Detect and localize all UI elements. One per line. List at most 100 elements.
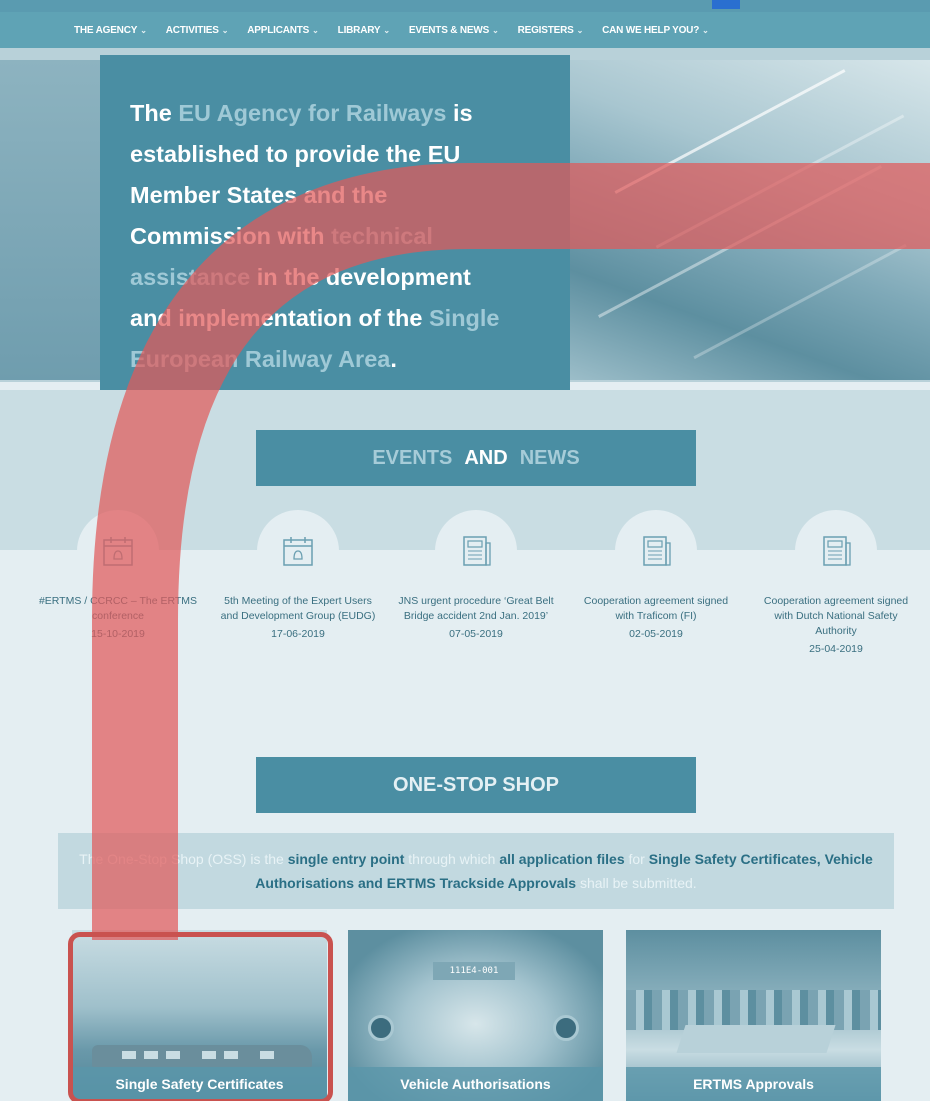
hero-line: European Railway Area. <box>130 339 542 380</box>
desc-text: shall be submitted. <box>576 875 697 891</box>
hero-mission-text: The EU Agency for Railways is established… <box>130 93 542 380</box>
hero-text-segment: and implementation of the <box>130 305 429 331</box>
hero-highlight-text: European Railway Area <box>130 346 391 372</box>
chevron-down-icon: ⌄ <box>221 25 229 35</box>
heading-word: NEWS <box>519 446 580 469</box>
hero-text-segment: established to provide the EU <box>130 141 461 167</box>
hero-text-segment: The <box>130 100 179 126</box>
oss-cards: Single Safety Certificates 111E4-001 Veh… <box>0 930 930 1101</box>
newspaper-icon <box>463 536 491 566</box>
hero-line: established to provide the EU <box>130 134 542 175</box>
balise-image <box>676 1025 836 1053</box>
event-title: JNS urgent procedure ‘Great Belt Bridge … <box>398 595 554 622</box>
oss-description-text: The One-Stop Shop (OSS) is the single en… <box>78 847 874 895</box>
hero-line: Commission with technical <box>130 216 542 257</box>
event-icon-circle <box>77 510 159 592</box>
calendar-icon <box>103 537 133 566</box>
nav-item-applicants[interactable]: APPLICANTS ⌄ <box>247 24 319 36</box>
desc-emphasis: single entry point <box>287 851 405 867</box>
card-label: ERTMS Approvals <box>626 1067 881 1101</box>
events-news-heading: EVENTS AND NEWS <box>256 430 696 486</box>
event-item[interactable]: Cooperation agreement signed with Trafic… <box>576 510 736 642</box>
nav-item-help[interactable]: CAN WE HELP YOU? ⌄ <box>602 25 709 36</box>
nav-item-library[interactable]: LIBRARY ⌄ <box>338 25 390 36</box>
newspaper-icon <box>643 536 671 566</box>
nav-label: EVENTS & NEWS <box>408 24 490 36</box>
heading-text: ONE-STOP SHOP <box>393 773 559 796</box>
chevron-down-icon: ⌄ <box>576 25 584 35</box>
event-title: #ERTMS / CCRCC – The ERTMS conference <box>38 595 198 622</box>
event-title: Cooperation agreement signed with Dutch … <box>763 595 909 637</box>
top-accent <box>712 0 740 9</box>
locomotive-plate: 111E4-001 <box>433 962 515 980</box>
nav-item-registers[interactable]: REGISTERS ⌄ <box>518 25 584 36</box>
event-icon-circle <box>435 510 517 592</box>
heading-word: AND <box>464 446 508 469</box>
nav-label: THE AGENCY <box>74 24 138 36</box>
hero-text-segment: Member States and the <box>130 182 388 208</box>
nav-item-activities[interactable]: ACTIVITIES ⌄ <box>166 25 229 36</box>
hero-left-image <box>0 60 100 380</box>
nav-label: ACTIVITIES <box>165 24 219 36</box>
nav-item-the-agency[interactable]: THE AGENCY ⌄ <box>74 25 147 36</box>
event-date: 02-05-2019 <box>629 628 683 640</box>
nav-label: APPLICANTS <box>247 24 310 36</box>
hero-mission-box: The EU Agency for Railways is established… <box>100 55 570 392</box>
hero-highlight-text: EU Agency for Railways <box>178 100 447 126</box>
headlamp <box>553 1015 579 1041</box>
event-date: 15-10-2019 <box>91 628 145 640</box>
card-label: Single Safety Certificates <box>72 1067 327 1101</box>
event-date: 07-05-2019 <box>449 628 503 640</box>
newspaper-icon <box>823 536 851 566</box>
oss-description: The One-Stop Shop (OSS) is the single en… <box>58 833 894 909</box>
hero-line: The EU Agency for Railways is <box>130 93 542 134</box>
hero-line: assistance in the development <box>130 257 542 298</box>
top-strip <box>0 0 930 12</box>
calendar-icon <box>283 537 313 566</box>
one-stop-shop-heading: ONE-STOP SHOP <box>256 757 696 813</box>
train-image <box>92 1045 312 1067</box>
event-icon-circle <box>257 510 339 592</box>
hero-text-segment: is <box>446 100 473 126</box>
chevron-down-icon: ⌄ <box>383 25 390 35</box>
hero-highlight-text: assistance <box>130 264 251 290</box>
card-single-safety-certificates[interactable]: Single Safety Certificates <box>72 930 327 1101</box>
hero-text-segment: . <box>390 346 397 372</box>
main-nav: THE AGENCY ⌄ ACTIVITIES ⌄ APPLICANTS ⌄ LIBR… <box>0 12 930 48</box>
desc-emphasis: all application files <box>499 851 625 867</box>
hero-text-segment: Commission with <box>130 223 332 249</box>
desc-text: through which <box>404 851 500 867</box>
chevron-down-icon: ⌄ <box>702 25 709 35</box>
event-date: 25-04-2019 <box>809 643 863 655</box>
nav-label: REGISTERS <box>517 24 574 36</box>
event-icon-circle <box>615 510 697 592</box>
hero-line: and implementation of the Single <box>130 298 542 339</box>
desc-text: The One-Stop Shop (OSS) is the <box>79 851 288 867</box>
nav-item-events-news[interactable]: EVENTS & NEWS ⌄ <box>409 25 499 36</box>
card-label: Vehicle Authorisations <box>348 1067 603 1101</box>
chevron-down-icon: ⌄ <box>492 25 499 35</box>
desc-text: for <box>624 851 649 867</box>
chevron-down-icon: ⌄ <box>140 25 147 35</box>
event-item[interactable]: Cooperation agreement signed with Dutch … <box>756 510 916 657</box>
heading-word: EVENTS <box>372 446 453 469</box>
event-icon-circle <box>795 510 877 592</box>
card-vehicle-authorisations[interactable]: 111E4-001 Vehicle Authorisations <box>348 930 603 1101</box>
event-item[interactable]: 5th Meeting of the Expert Users and Deve… <box>218 510 378 642</box>
event-item[interactable]: JNS urgent procedure ‘Great Belt Bridge … <box>396 510 556 642</box>
ballast-image <box>626 990 881 1030</box>
event-title: Cooperation agreement signed with Trafic… <box>583 595 729 622</box>
hero-highlight-text: technical <box>331 223 433 249</box>
event-date: 17-06-2019 <box>271 628 325 640</box>
event-title: 5th Meeting of the Expert Users and Deve… <box>220 595 376 622</box>
chevron-down-icon: ⌄ <box>312 25 319 35</box>
card-ertms-approvals[interactable]: ERTMS Approvals <box>626 930 881 1101</box>
nav-label: CAN WE HELP YOU? <box>602 24 700 36</box>
headlamp <box>368 1015 394 1041</box>
hero-highlight-text: Single <box>428 305 500 331</box>
nav-label: LIBRARY <box>337 24 381 36</box>
events-list: #ERTMS / CCRCC – The ERTMS conference 15… <box>0 510 930 670</box>
hero-line: Member States and the <box>130 175 542 216</box>
hero-text-segment: in the development <box>250 264 471 290</box>
event-item[interactable]: #ERTMS / CCRCC – The ERTMS conference 15… <box>38 510 198 642</box>
